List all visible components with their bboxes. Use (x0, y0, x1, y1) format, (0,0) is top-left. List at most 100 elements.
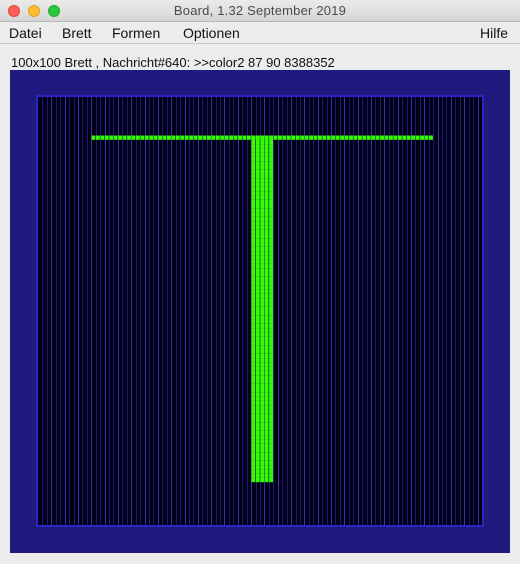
active-cell[interactable] (269, 465, 274, 470)
active-cell[interactable] (264, 388, 269, 393)
menu-formen[interactable]: Formen (112, 25, 160, 41)
active-cell[interactable] (255, 242, 260, 247)
active-cell[interactable] (371, 135, 376, 140)
active-cell[interactable] (269, 447, 274, 453)
active-cell[interactable] (113, 135, 118, 140)
active-cell[interactable] (264, 289, 269, 294)
active-cell[interactable] (353, 135, 358, 140)
active-cell[interactable] (255, 375, 260, 380)
active-cell[interactable] (269, 392, 274, 397)
active-cell[interactable] (251, 221, 256, 226)
active-cell[interactable] (251, 323, 256, 329)
active-cell[interactable] (264, 358, 269, 363)
active-cell[interactable] (269, 144, 274, 149)
active-cell[interactable] (251, 362, 256, 367)
active-cell[interactable] (158, 135, 163, 140)
active-cell[interactable] (260, 315, 265, 320)
active-cell[interactable] (251, 422, 256, 427)
active-cell[interactable] (260, 460, 265, 466)
active-cell[interactable] (264, 315, 269, 320)
active-cell[interactable] (251, 169, 256, 175)
active-cell[interactable] (260, 447, 265, 453)
active-cell[interactable] (260, 225, 265, 230)
active-cell[interactable] (255, 447, 260, 453)
active-cell[interactable] (264, 375, 269, 380)
active-cell[interactable] (415, 135, 420, 140)
active-cell[interactable] (269, 135, 274, 140)
active-cell[interactable] (220, 135, 225, 140)
active-cell[interactable] (224, 135, 229, 140)
active-cell[interactable] (260, 285, 265, 290)
active-cell[interactable] (251, 306, 256, 311)
active-cell[interactable] (269, 156, 274, 162)
active-cell[interactable] (318, 135, 322, 140)
active-cell[interactable] (251, 199, 256, 204)
active-cell[interactable] (335, 135, 340, 140)
active-cell[interactable] (255, 430, 260, 436)
active-cell[interactable] (260, 229, 265, 234)
active-cell[interactable] (251, 251, 256, 256)
active-cell[interactable] (269, 460, 274, 466)
active-cell[interactable] (264, 473, 269, 478)
active-cell[interactable] (260, 242, 265, 247)
active-cell[interactable] (109, 135, 114, 140)
active-cell[interactable] (251, 400, 256, 406)
active-cell[interactable] (255, 358, 260, 363)
active-cell[interactable] (269, 396, 274, 401)
active-cell[interactable] (118, 135, 123, 140)
active-cell[interactable] (269, 323, 274, 329)
active-cell[interactable] (251, 276, 256, 282)
active-cell[interactable] (269, 199, 274, 204)
active-cell[interactable] (255, 208, 260, 213)
active-cell[interactable] (264, 204, 269, 209)
active-cell[interactable] (260, 148, 265, 153)
active-cell[interactable] (255, 460, 260, 466)
active-cell[interactable] (251, 366, 256, 371)
active-cell[interactable] (260, 216, 265, 222)
active-cell[interactable] (255, 465, 260, 470)
active-cell[interactable] (424, 135, 429, 140)
active-cell[interactable] (207, 135, 211, 140)
active-cell[interactable] (255, 238, 260, 243)
active-cell[interactable] (251, 246, 256, 252)
active-cell[interactable] (397, 135, 402, 140)
active-cell[interactable] (255, 229, 260, 234)
active-cell[interactable] (260, 182, 265, 187)
active-cell[interactable] (255, 435, 260, 440)
active-cell[interactable] (255, 426, 260, 431)
active-cell[interactable] (269, 285, 274, 290)
active-cell[interactable] (255, 345, 260, 350)
active-cell[interactable] (255, 306, 260, 311)
active-cell[interactable] (251, 358, 256, 363)
active-cell[interactable] (255, 400, 260, 406)
active-cell[interactable] (264, 439, 269, 444)
active-cell[interactable] (269, 229, 274, 234)
active-cell[interactable] (278, 135, 282, 140)
active-cell[interactable] (255, 289, 260, 294)
active-cell[interactable] (264, 212, 269, 217)
active-cell[interactable] (260, 144, 265, 149)
active-cell[interactable] (255, 152, 260, 157)
active-cell[interactable] (171, 135, 176, 140)
active-cell[interactable] (255, 165, 260, 170)
active-cell[interactable] (260, 255, 265, 260)
active-cell[interactable] (100, 135, 105, 140)
active-cell[interactable] (135, 135, 140, 140)
active-cell[interactable] (269, 281, 274, 286)
active-cell[interactable] (260, 443, 265, 448)
active-cell[interactable] (260, 161, 265, 166)
active-cell[interactable] (251, 426, 256, 431)
active-cell[interactable] (269, 469, 274, 474)
active-cell[interactable] (251, 340, 256, 346)
menu-datei[interactable]: Datei (9, 25, 42, 41)
active-cell[interactable] (251, 315, 256, 320)
active-cell[interactable] (255, 178, 260, 183)
active-cell[interactable] (260, 422, 265, 427)
active-cell[interactable] (255, 195, 260, 200)
active-cell[interactable] (286, 135, 291, 140)
active-cell[interactable] (260, 268, 265, 273)
active-cell[interactable] (260, 298, 265, 303)
active-cell[interactable] (384, 135, 389, 140)
active-cell[interactable] (251, 285, 256, 290)
active-cell[interactable] (380, 135, 385, 140)
